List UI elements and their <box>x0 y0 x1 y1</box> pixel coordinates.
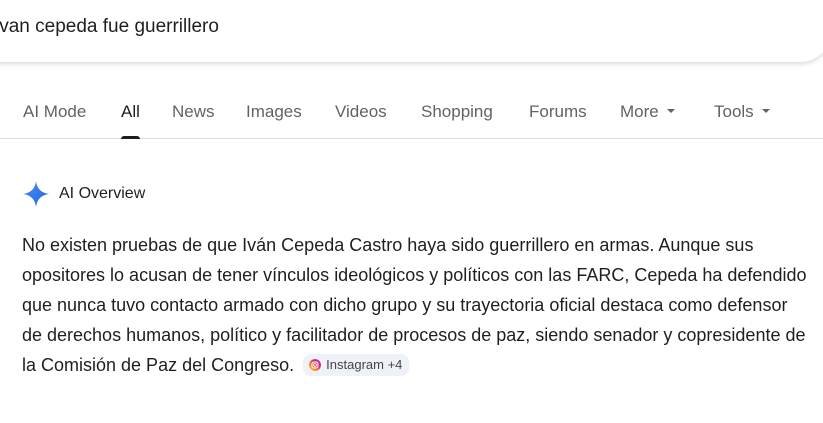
ai-sparkle-icon <box>23 181 49 207</box>
tab-shopping[interactable]: Shopping <box>421 102 493 122</box>
tab-more-label: More <box>620 102 659 121</box>
ai-overview-answer: No existen pruebas de que Iván Cepeda Ca… <box>22 230 812 380</box>
search-box[interactable]: ivan cepeda fue guerrillero <box>0 0 823 62</box>
ai-overview-text: No existen pruebas de que Iván Cepeda Ca… <box>22 235 807 375</box>
source-chip-label: Instagram +4 <box>326 357 403 372</box>
search-tabs: AI Mode All News Images Videos Shopping … <box>0 96 823 139</box>
tab-images[interactable]: Images <box>246 102 302 122</box>
tab-videos[interactable]: Videos <box>335 102 387 122</box>
chevron-down-icon <box>666 108 675 113</box>
tab-tools-label: Tools <box>714 102 754 121</box>
tab-more[interactable]: More <box>620 102 675 122</box>
chevron-down-icon <box>761 108 770 113</box>
instagram-icon <box>309 358 322 371</box>
tab-forums[interactable]: Forums <box>529 102 587 122</box>
tab-all-label: All <box>121 102 140 121</box>
search-query-text[interactable]: ivan cepeda fue guerrillero <box>0 16 219 38</box>
tab-tools[interactable]: Tools <box>714 102 770 122</box>
source-chip[interactable]: Instagram +4 <box>303 354 410 376</box>
tab-news[interactable]: News <box>172 102 215 122</box>
tab-all[interactable]: All <box>121 102 140 139</box>
tab-ai-mode[interactable]: AI Mode <box>23 102 86 122</box>
active-tab-indicator <box>121 136 140 139</box>
ai-overview-title: AI Overview <box>59 185 146 202</box>
